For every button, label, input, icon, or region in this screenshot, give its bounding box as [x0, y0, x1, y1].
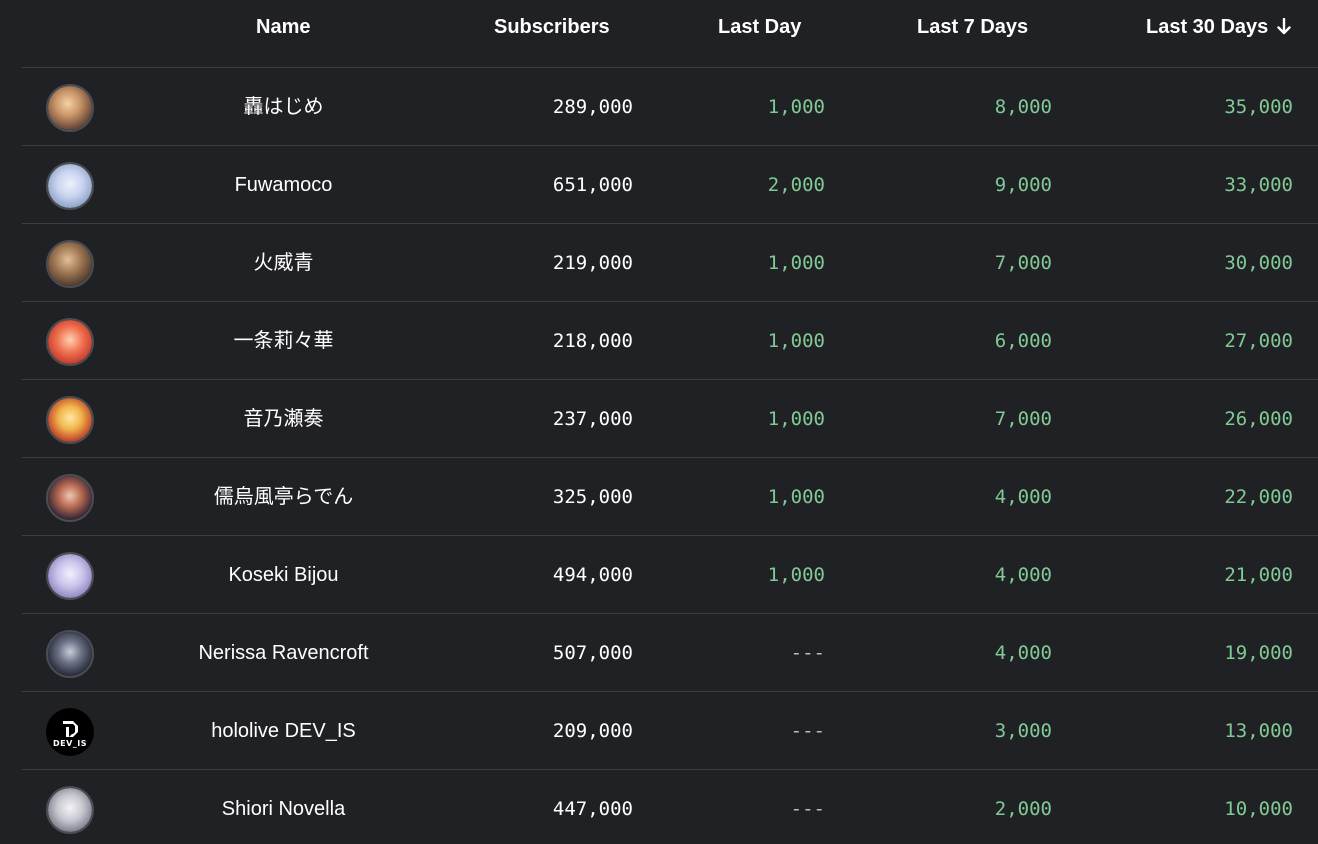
table-row[interactable]: DEV_IS hololive DEV_IS 209,000 --- 3,000 13,0…: [22, 692, 1318, 770]
column-header-last-30-days[interactable]: Last 30 Days: [1146, 15, 1291, 39]
subscribers-value: 219,000: [552, 252, 633, 274]
table-row[interactable]: Fuwamoco 651,000 2,000 9,000 33,000: [22, 146, 1318, 224]
last-7-days-value: 3,000: [994, 720, 1052, 742]
last-7-days-value: 8,000: [994, 96, 1052, 118]
subscribers-value: 494,000: [552, 564, 633, 586]
avatar: [46, 474, 94, 522]
column-header-subscribers[interactable]: Subscribers: [494, 15, 610, 39]
last-30-days-value: 35,000: [1224, 96, 1293, 118]
last-day-value: 1,000: [767, 564, 825, 586]
last-7-days-value: 4,000: [994, 642, 1052, 664]
table-row[interactable]: 火威青 219,000 1,000 7,000 30,000: [22, 224, 1318, 302]
avatar-image: [48, 476, 92, 520]
subscribers-value: 289,000: [552, 96, 633, 118]
subscribers-value: 218,000: [552, 330, 633, 352]
channel-name[interactable]: Fuwamoco: [152, 173, 415, 197]
channel-name[interactable]: 一条莉々華: [152, 329, 415, 353]
avatar: [46, 162, 94, 210]
last-7-days-value: 4,000: [994, 486, 1052, 508]
subscribers-value: 447,000: [552, 798, 633, 820]
channel-name[interactable]: Koseki Bijou: [152, 563, 415, 587]
table-row[interactable]: 儒烏風亭らでん 325,000 1,000 4,000 22,000: [22, 458, 1318, 536]
channel-name[interactable]: 儒烏風亭らでん: [152, 485, 415, 509]
last-day-value: 1,000: [767, 252, 825, 274]
avatar: [46, 240, 94, 288]
last-30-days-value: 27,000: [1224, 330, 1293, 352]
last-30-days-value: 22,000: [1224, 486, 1293, 508]
avatar-image: [48, 320, 92, 364]
subscribers-value: 651,000: [552, 174, 633, 196]
avatar: [46, 630, 94, 678]
last-7-days-value: 2,000: [994, 798, 1052, 820]
last-day-value: 2,000: [767, 174, 825, 196]
last-7-days-value: 4,000: [994, 564, 1052, 586]
channel-name[interactable]: 音乃瀬奏: [152, 407, 415, 431]
avatar-image: [48, 86, 92, 130]
avatar-image: [48, 164, 92, 208]
channel-name[interactable]: Nerissa Ravencroft: [152, 641, 415, 665]
avatar-image: [48, 632, 92, 676]
last-7-days-value: 6,000: [994, 330, 1052, 352]
table-row[interactable]: 一条莉々華 218,000 1,000 6,000 27,000: [22, 302, 1318, 380]
subscriber-table: Name Subscribers Last Day Last 7 Days La…: [22, 0, 1318, 844]
last-30-days-value: 19,000: [1224, 642, 1293, 664]
last-day-value: 1,000: [767, 96, 825, 118]
arrow-down-icon[interactable]: [1277, 18, 1291, 36]
avatar-image: [48, 788, 92, 832]
channel-name[interactable]: hololive DEV_IS: [152, 719, 415, 743]
table-row[interactable]: Koseki Bijou 494,000 1,000 4,000 21,000: [22, 536, 1318, 614]
last-day-value: 1,000: [767, 486, 825, 508]
last-day-value: ---: [790, 720, 825, 742]
avatar-image: [48, 398, 92, 442]
last-day-value: ---: [790, 642, 825, 664]
column-header-name[interactable]: Name: [256, 15, 310, 39]
last-day-value: 1,000: [767, 408, 825, 430]
last-30-days-value: 10,000: [1224, 798, 1293, 820]
subscribers-value: 237,000: [552, 408, 633, 430]
subscribers-value: 325,000: [552, 486, 633, 508]
avatar: [46, 552, 94, 600]
column-header-last-day[interactable]: Last Day: [718, 15, 801, 39]
last-30-days-value: 13,000: [1224, 720, 1293, 742]
column-header-last-7-days[interactable]: Last 7 Days: [917, 15, 1028, 39]
last-30-days-value: 26,000: [1224, 408, 1293, 430]
table-row[interactable]: 轟はじめ 289,000 1,000 8,000 35,000: [22, 68, 1318, 146]
last-30-days-value: 30,000: [1224, 252, 1293, 274]
last-7-days-value: 7,000: [994, 408, 1052, 430]
channel-name[interactable]: Shiori Novella: [152, 797, 415, 821]
table-body: 轟はじめ 289,000 1,000 8,000 35,000 Fuwamoco 651,0…: [22, 68, 1318, 844]
last-30-days-value: 33,000: [1224, 174, 1293, 196]
avatar: [46, 786, 94, 834]
svg-text:DEV_IS: DEV_IS: [53, 739, 87, 748]
devis-logo-icon: DEV_IS: [46, 708, 94, 756]
avatar: [46, 318, 94, 366]
last-7-days-value: 9,000: [994, 174, 1052, 196]
last-30-days-value: 21,000: [1224, 564, 1293, 586]
avatar: [46, 84, 94, 132]
last-7-days-value: 7,000: [994, 252, 1052, 274]
table-row[interactable]: Nerissa Ravencroft 507,000 --- 4,000 19,000: [22, 614, 1318, 692]
avatar-image: [48, 554, 92, 598]
subscribers-value: 209,000: [552, 720, 633, 742]
table-header: Name Subscribers Last Day Last 7 Days La…: [22, 0, 1318, 68]
last-day-value: 1,000: [767, 330, 825, 352]
last-day-value: ---: [790, 798, 825, 820]
channel-name[interactable]: 火威青: [152, 251, 415, 275]
avatar: [46, 396, 94, 444]
table-row[interactable]: 音乃瀬奏 237,000 1,000 7,000 26,000: [22, 380, 1318, 458]
subscribers-value: 507,000: [552, 642, 633, 664]
table-row[interactable]: Shiori Novella 447,000 --- 2,000 10,000: [22, 770, 1318, 844]
channel-name[interactable]: 轟はじめ: [152, 95, 415, 119]
avatar-image: [48, 242, 92, 286]
devis-logo: DEV_IS: [46, 708, 94, 756]
